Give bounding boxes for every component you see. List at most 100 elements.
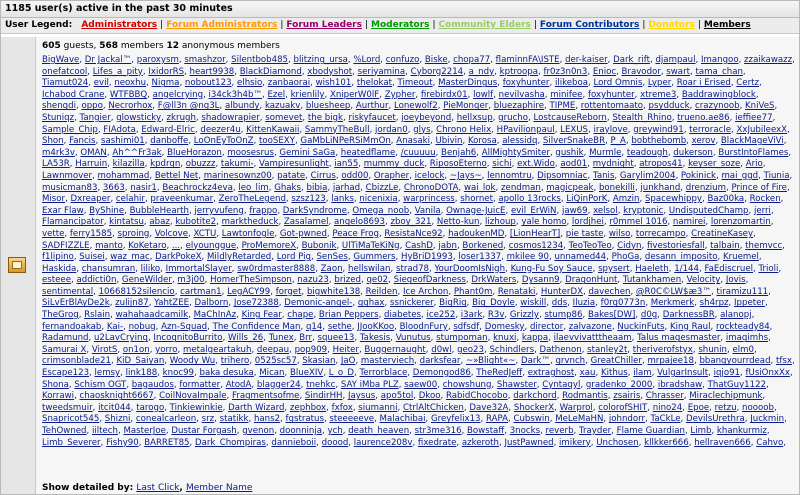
user-link[interactable]: Exar Flaw bbox=[42, 206, 84, 216]
user-link[interactable]: riskyfaucet bbox=[348, 113, 395, 123]
user-link[interactable]: jerri bbox=[754, 206, 771, 216]
user-link[interactable]: ThatGuy1122 bbox=[708, 380, 766, 390]
user-link[interactable]: Zaon bbox=[321, 264, 343, 274]
user-link[interactable]: Mican bbox=[259, 368, 284, 378]
user-link[interactable]: dukerson bbox=[673, 148, 713, 158]
user-link[interactable]: Kai- bbox=[107, 322, 123, 332]
user-link[interactable]: PhoGa bbox=[612, 252, 640, 262]
user-link[interactable]: KiD_Saiyan bbox=[116, 356, 164, 366]
user-link[interactable]: Escape123 bbox=[42, 368, 89, 378]
user-link[interactable]: Limb bbox=[690, 426, 711, 436]
user-link[interactable]: Tunex bbox=[269, 333, 294, 343]
user-link[interactable]: itcit044 bbox=[98, 403, 131, 413]
user-link[interactable]: Ah^^Fr3ak bbox=[112, 148, 161, 158]
user-link[interactable]: GaMbLiNPeRSiMmOn bbox=[300, 136, 390, 146]
user-link[interactable]: teadough bbox=[627, 148, 668, 158]
user-link[interactable]: musicman83 bbox=[42, 183, 97, 193]
user-link[interactable]: nicenixia bbox=[359, 194, 397, 204]
user-link[interactable]: frappo bbox=[249, 206, 277, 216]
legend-item[interactable]: Forum Leaders bbox=[286, 20, 362, 30]
user-link[interactable]: albundy bbox=[225, 101, 260, 111]
user-link[interactable]: Tutankhamen bbox=[623, 275, 681, 285]
user-link[interactable]: ych bbox=[327, 426, 342, 436]
user-link[interactable]: Vanila bbox=[415, 206, 441, 216]
user-link[interactable]: torrecampo bbox=[636, 229, 686, 239]
user-link[interactable]: ~Jays~ bbox=[450, 171, 482, 181]
user-link[interactable]: lemsy bbox=[95, 368, 121, 378]
user-link[interactable]: DarkSyndrome bbox=[283, 206, 347, 216]
user-link[interactable]: ilikeboa bbox=[555, 78, 588, 88]
user-link[interactable]: dds bbox=[552, 298, 567, 308]
user-link[interactable]: wilso bbox=[609, 229, 631, 239]
user-link[interactable]: FaEdiscruel bbox=[704, 264, 753, 274]
user-link[interactable]: TehOwned bbox=[42, 426, 87, 436]
user-link[interactable]: Misor bbox=[42, 194, 65, 204]
user-link[interactable]: iqjo91 bbox=[714, 368, 740, 378]
user-link[interactable]: fixedrate bbox=[418, 438, 456, 447]
user-link[interactable]: onefatcool bbox=[42, 67, 87, 77]
user-link[interactable]: strad78 bbox=[396, 264, 429, 274]
user-link[interactable]: Korosa bbox=[468, 136, 497, 146]
user-link[interactable]: nazu23 bbox=[297, 275, 329, 285]
user-link[interactable]: Lord Omnis bbox=[594, 78, 643, 88]
user-link[interactable]: The Confidence Man bbox=[213, 322, 301, 332]
user-link[interactable]: Juckmin bbox=[750, 414, 784, 424]
user-link[interactable]: danboffe bbox=[150, 136, 188, 146]
user-link[interactable]: Wills_26 bbox=[228, 333, 263, 343]
user-link[interactable]: deepau bbox=[257, 345, 289, 355]
user-link[interactable]: AtodA bbox=[226, 380, 252, 390]
user-link[interactable]: colorofSHIT bbox=[598, 403, 647, 413]
user-link[interactable]: Dave32A bbox=[469, 403, 508, 413]
user-link[interactable]: unnamed44 bbox=[554, 252, 606, 262]
user-link[interactable]: Cidyn bbox=[617, 241, 641, 251]
user-link[interactable]: shunin bbox=[698, 345, 727, 355]
user-link[interactable]: CoilNovaImpale bbox=[159, 391, 226, 401]
user-link[interactable]: saew00 bbox=[404, 380, 437, 390]
user-link[interactable]: mai_ggd bbox=[721, 171, 758, 181]
user-link[interactable]: pie taste bbox=[566, 229, 604, 239]
user-link[interactable]: zzaikawazz bbox=[744, 55, 792, 65]
user-link[interactable]: djampaul bbox=[655, 55, 695, 65]
user-link[interactable]: Cahvo bbox=[756, 438, 783, 447]
user-link[interactable]: bbangyourrdead bbox=[699, 356, 770, 366]
user-link[interactable]: Tangier bbox=[80, 113, 111, 123]
user-link[interactable]: Nigma bbox=[152, 78, 180, 88]
user-link[interactable]: link188 bbox=[126, 368, 158, 378]
user-link[interactable]: Zasalamel bbox=[284, 217, 329, 227]
user-link[interactable]: rockteady84 bbox=[716, 322, 770, 332]
user-link[interactable]: @R0C©LW$æ3™ bbox=[636, 287, 711, 297]
user-link[interactable]: ChronoDOTA bbox=[404, 183, 459, 193]
user-link[interactable]: i34ck3h4b™ bbox=[209, 90, 262, 100]
user-link[interactable]: ~»Blight«~ bbox=[466, 356, 516, 366]
user-link[interactable]: CtrlAltChicken bbox=[403, 403, 464, 413]
user-link[interactable]: Renataki bbox=[498, 287, 536, 297]
user-link[interactable]: Edward-Elric bbox=[141, 125, 195, 135]
user-link[interactable]: zkrugh bbox=[167, 113, 196, 123]
user-link[interactable]: zulijn87 bbox=[115, 298, 149, 308]
user-link[interactable]: elm0 bbox=[732, 345, 754, 355]
user-link[interactable]: Vampiresunlight bbox=[259, 159, 329, 169]
user-link[interactable]: ibradshaw bbox=[658, 380, 702, 390]
user-link[interactable]: VulgarInsult bbox=[657, 368, 708, 378]
user-link[interactable]: Dathenon bbox=[540, 345, 582, 355]
user-link[interactable]: XxJubileexX bbox=[736, 125, 787, 135]
user-link[interactable]: heart9938 bbox=[190, 67, 235, 77]
user-link[interactable]: stumpoman bbox=[436, 333, 487, 343]
user-link[interactable]: mummy_duck bbox=[364, 159, 425, 169]
user-link[interactable]: KoKetaro bbox=[128, 241, 166, 251]
user-link[interactable]: magicpeak bbox=[546, 183, 593, 193]
user-link[interactable]: tama_chan bbox=[695, 67, 742, 77]
user-link[interactable]: CreatineKasey bbox=[691, 229, 753, 239]
user-link[interactable]: Jose72388 bbox=[234, 298, 279, 308]
user-link[interactable]: oppo bbox=[81, 101, 102, 111]
user-link[interactable]: apo5tol bbox=[381, 391, 413, 401]
user-link[interactable]: conealcarleon bbox=[136, 414, 196, 424]
user-link[interactable]: iiltech bbox=[92, 426, 118, 436]
user-link[interactable]: lennomtru bbox=[487, 171, 532, 181]
user-link[interactable]: noooob bbox=[742, 403, 774, 413]
user-link[interactable]: hadoukenMD bbox=[448, 229, 504, 239]
user-link[interactable]: BigWave bbox=[42, 55, 79, 65]
user-link[interactable]: deezer4u bbox=[200, 125, 240, 135]
user-link[interactable]: tweedsmuir bbox=[42, 403, 93, 413]
user-link[interactable]: GeneWilder bbox=[122, 275, 172, 285]
